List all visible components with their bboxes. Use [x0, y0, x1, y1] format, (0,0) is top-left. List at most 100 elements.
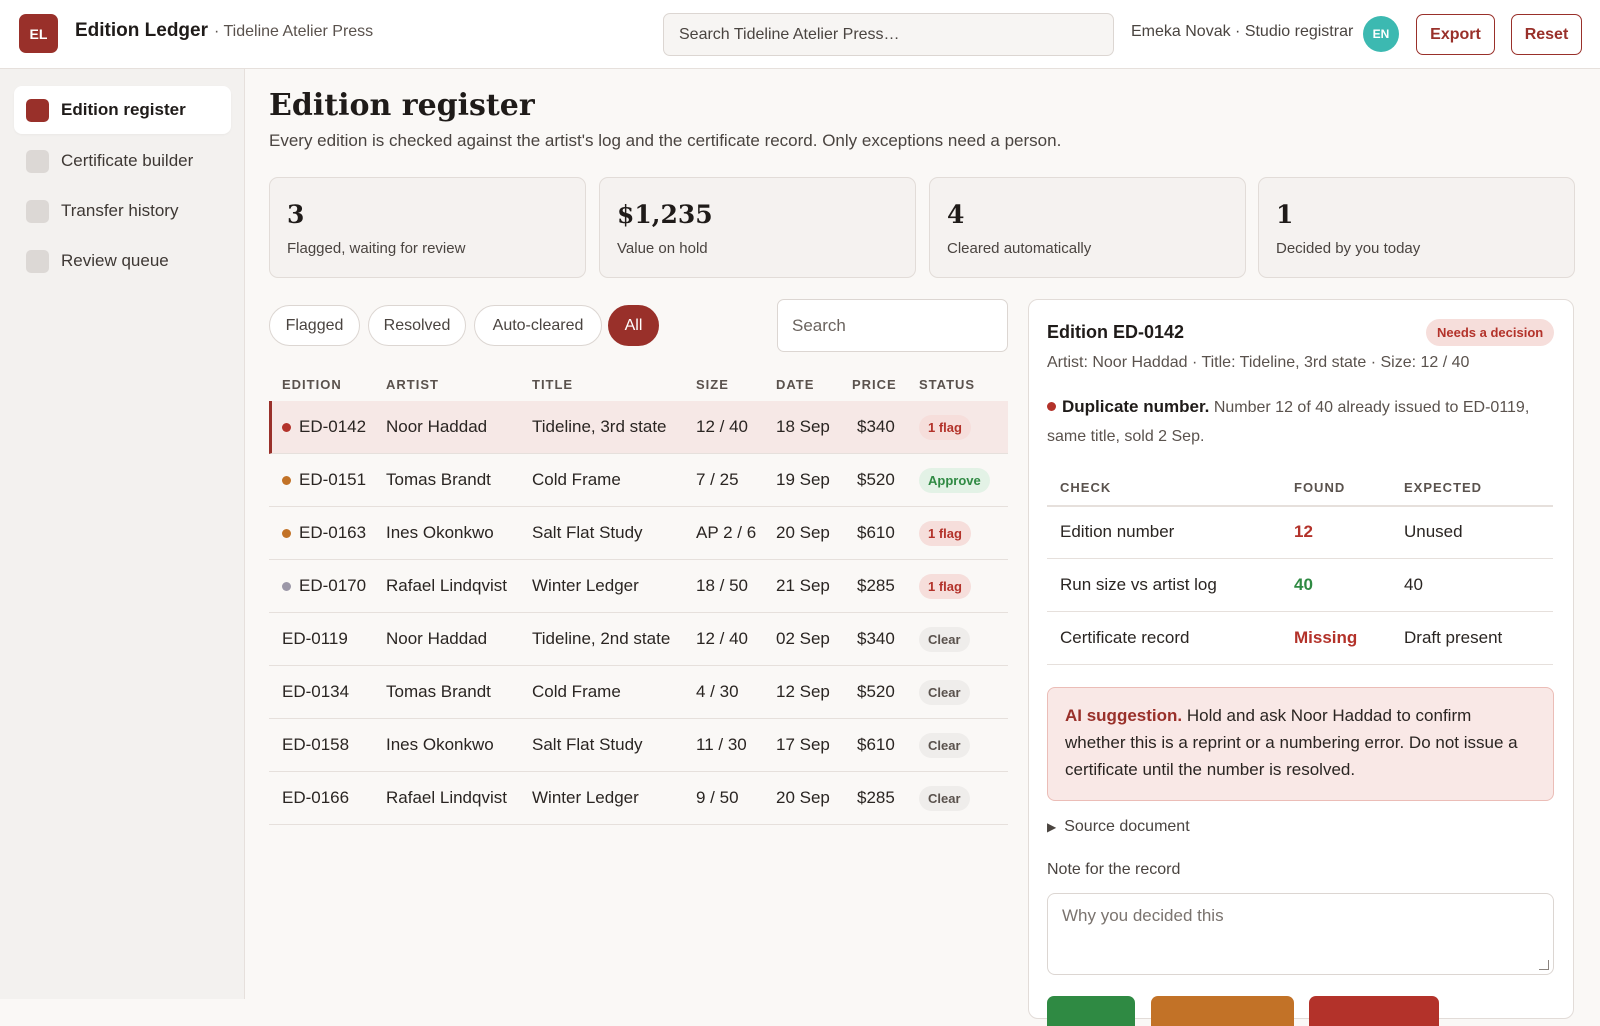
cell-date: 20 Sep	[776, 772, 830, 824]
checks-header-expected: EXPECTED	[1404, 480, 1483, 495]
table-row[interactable]: ED-0166 Rafael Lindqvist Winter Ledger 9 / …	[269, 772, 1008, 825]
sidebar-item-review-queue[interactable]: Review queue	[14, 237, 231, 285]
cell-text: $610	[857, 523, 895, 542]
column-header-title[interactable]: TITLE	[532, 377, 573, 392]
check-row: Certificate record Missing Draft present	[1047, 612, 1553, 665]
table-row[interactable]: ED-0158 Ines Okonkwo Salt Flat Study 11 / 3…	[269, 719, 1008, 772]
stat-label: Value on hold	[617, 240, 708, 257]
cell-artist: Noor Haddad	[386, 613, 487, 665]
table-row[interactable]: ED-0142 Noor Haddad Tideline, 3rd state 12 …	[269, 401, 1008, 454]
issue-summary: Duplicate number. Number 12 of 40 alread…	[1047, 392, 1557, 451]
column-header-price[interactable]: PRICE	[852, 377, 897, 392]
cell-status: Clear	[919, 719, 970, 771]
user-name: Emeka Novak · Studio registrar	[1131, 23, 1354, 40]
checks-header-found: FOUND	[1294, 480, 1346, 495]
cell-text: 20 Sep	[776, 788, 830, 807]
table-row[interactable]: ED-0119 Noor Haddad Tideline, 2nd state 12 …	[269, 613, 1008, 666]
cell-status: Clear	[919, 666, 970, 718]
cell-text: 20 Sep	[776, 523, 830, 542]
cell-text: $520	[857, 682, 895, 701]
cell-edition: ED-0151	[282, 454, 366, 506]
cell-title: Salt Flat Study	[532, 719, 643, 771]
global-search-input[interactable]: Search Tideline Atelier Press…	[663, 13, 1114, 56]
check-expected: 40	[1404, 575, 1423, 594]
avatar[interactable]: EN	[1363, 16, 1399, 52]
reset-button[interactable]: Reset	[1511, 14, 1582, 55]
cell-text: Cold Frame	[532, 682, 621, 701]
cell-price: $520	[857, 454, 895, 506]
filter-chip-flagged[interactable]: Flagged	[269, 305, 360, 346]
caret-right-icon: ▶	[1047, 820, 1057, 834]
cell-title: Salt Flat Study	[532, 507, 643, 559]
cell-edition: ED-0163	[282, 507, 366, 559]
table-row[interactable]: ED-0163 Ines Okonkwo Salt Flat Study AP 2 /…	[269, 507, 1008, 560]
sidebar-item-label: Review queue	[61, 251, 169, 270]
check-name: Run size vs artist log	[1060, 575, 1217, 594]
filter-chip-resolved[interactable]: Resolved	[368, 305, 466, 346]
sidebar: Edition register Certificate builder Tra…	[0, 69, 245, 999]
cell-text: 02 Sep	[776, 629, 830, 648]
cell-artist: Ines Okonkwo	[386, 507, 494, 559]
edition-register-icon	[26, 98, 49, 122]
cell-title: Cold Frame	[532, 454, 621, 506]
cell-text: 4 / 30	[696, 682, 739, 701]
note-textarea[interactable]: Why you decided this	[1047, 893, 1554, 975]
cell-title: Winter Ledger	[532, 772, 639, 824]
cell-text: 18 Sep	[776, 417, 830, 436]
column-header-date[interactable]: DATE	[776, 377, 814, 392]
column-header-edition[interactable]: EDITION	[282, 377, 342, 392]
issue-title: Duplicate number.	[1062, 397, 1210, 416]
cell-size: 18 / 50	[696, 560, 748, 612]
top-bar: EL Edition Ledger · Tideline Atelier Pre…	[0, 0, 1600, 69]
cell-text: Tideline, 2nd state	[532, 629, 671, 648]
cell-status: 1 flag	[919, 401, 971, 453]
export-button[interactable]: Export	[1416, 14, 1495, 55]
filter-chip-auto-cleared[interactable]: Auto-cleared	[474, 305, 602, 346]
stat-card-decided: 1 Decided by you today	[1258, 177, 1575, 278]
table-row[interactable]: ED-0170 Rafael Lindqvist Winter Ledger 18 /…	[269, 560, 1008, 613]
cell-text: Ines Okonkwo	[386, 523, 494, 542]
status-pill: 1 flag	[919, 520, 971, 546]
cell-text: Noor Haddad	[386, 629, 488, 648]
table-row[interactable]: ED-0134 Tomas Brandt Cold Frame 4 / 30 12 Se…	[269, 666, 1008, 719]
cell-title: Cold Frame	[532, 666, 621, 718]
cell-price: $610	[857, 507, 895, 559]
cell-status: 1 flag	[919, 507, 971, 559]
ai-suggestion: AI suggestion. Hold and ask Noor Haddad …	[1047, 687, 1554, 801]
check-row: Edition number 12 Unused	[1047, 506, 1553, 559]
cell-size: 12 / 40	[696, 613, 748, 665]
cell-date: 18 Sep	[776, 401, 830, 453]
cell-text: 12 / 40	[696, 629, 748, 648]
sidebar-item-edition-register[interactable]: Edition register	[14, 86, 231, 134]
column-header-status[interactable]: STATUS	[919, 377, 975, 392]
cell-size: 7 / 25	[696, 454, 739, 506]
status-dot-icon	[282, 475, 291, 485]
cell-text: ED-0134	[282, 682, 350, 701]
resize-grip-icon[interactable]	[1539, 960, 1549, 970]
ai-suggestion-label: AI suggestion.	[1065, 706, 1183, 725]
table-row[interactable]: ED-0151 Tomas Brandt Cold Frame 7 / 25 19 Se…	[269, 454, 1008, 507]
table-search-input[interactable]: Search	[777, 299, 1008, 352]
hold-button[interactable]	[1151, 996, 1294, 1026]
cell-text: $340	[857, 629, 895, 648]
note-label: Note for the record	[1047, 861, 1181, 878]
column-header-artist[interactable]: ARTIST	[386, 377, 439, 392]
sidebar-item-transfer-history[interactable]: Transfer history	[14, 187, 231, 235]
transfer-history-icon	[26, 199, 49, 223]
approve-button[interactable]	[1047, 996, 1135, 1026]
status-badge: Needs a decision	[1426, 319, 1555, 346]
check-found: Missing	[1294, 628, 1358, 647]
check-name: Certificate record	[1060, 628, 1190, 647]
source-document-toggle[interactable]: ▶ Source document	[1047, 818, 1190, 836]
cell-text: Rafael Lindqvist	[386, 576, 507, 595]
sidebar-item-label: Transfer history	[61, 201, 179, 220]
sidebar-item-certificate-builder[interactable]: Certificate builder	[14, 137, 231, 185]
column-header-size[interactable]: SIZE	[696, 377, 729, 392]
cell-text: ED-0119	[282, 629, 348, 648]
cell-title: Tideline, 3rd state	[532, 401, 667, 453]
cell-edition: ED-0170	[282, 560, 366, 612]
stat-label: Cleared automatically	[947, 240, 1092, 257]
app-name: Edition Ledger	[75, 20, 208, 41]
filter-chip-all[interactable]: All	[608, 305, 659, 346]
reject-button[interactable]	[1309, 996, 1439, 1026]
